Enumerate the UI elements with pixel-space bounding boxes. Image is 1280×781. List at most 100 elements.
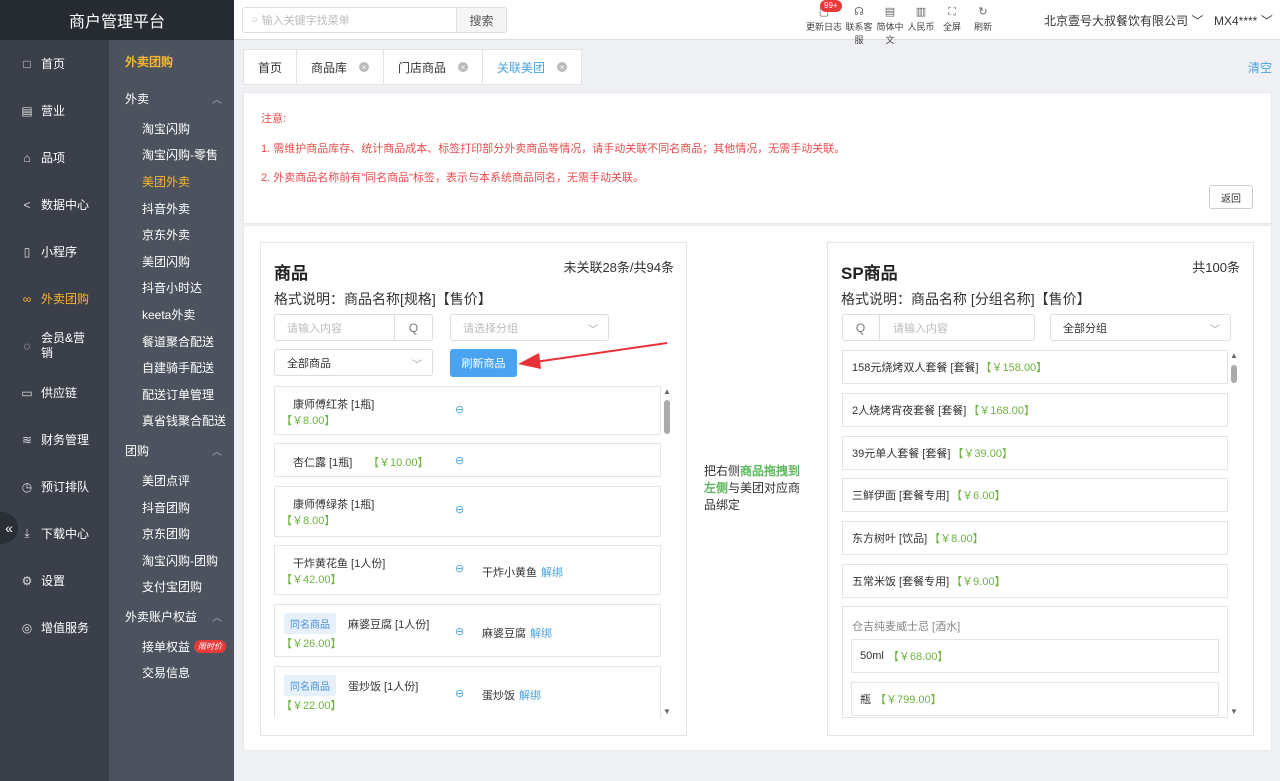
close-icon[interactable]: × <box>557 62 568 72</box>
tool-currency[interactable]: ▥ 人民币 <box>905 4 937 46</box>
sp-product-row[interactable]: 东方树叶 [饮品] 【￥8.00】 <box>842 521 1228 555</box>
group-select[interactable]: 请选择分组 ﹀ <box>450 314 609 341</box>
product-name: 康师傅红茶 [1瓶] <box>293 399 375 411</box>
sp-product-row[interactable]: 三鲜伊面 [套餐专用] 【￥6.00】 <box>842 478 1228 512</box>
subnav-group-waimai[interactable]: 外卖 ︿ <box>109 82 234 115</box>
subnav-item-rights[interactable]: 接单权益 限时价 <box>109 633 234 660</box>
sp-product-row[interactable]: 158元烧烤双人套餐 [套餐] 【￥158.00】 <box>842 350 1228 384</box>
subnav-item[interactable]: 淘宝闪购-零售 <box>109 142 234 169</box>
scroll-up-icon[interactable]: ▲ <box>663 388 671 396</box>
subnav-item[interactable]: 餐道聚合配送 <box>109 328 234 355</box>
sp-spec-row[interactable]: 瓶【￥799.00】 <box>851 682 1219 716</box>
subnav-group-rights[interactable]: 外卖账户权益 ︿ <box>109 600 234 633</box>
close-icon[interactable]: × <box>359 62 370 72</box>
scroll-down-icon[interactable]: ▼ <box>663 708 671 716</box>
unbind-button[interactable]: 解绑 <box>541 567 563 579</box>
tab-label: 首页 <box>258 60 283 75</box>
nav-item-member-marketing[interactable]: ◌ 会员&营销 <box>0 322 109 369</box>
subnav-title[interactable]: 外卖团购 <box>109 40 234 82</box>
subnav-item[interactable]: 支付宝团购 <box>109 574 234 601</box>
product-name: 干炸黄花鱼 [1人份] <box>293 558 386 570</box>
local-product-row[interactable]: 杏仁露 [1瓶] 【￥10.00】 ⊖ <box>274 443 661 477</box>
local-product-row[interactable]: 康师傅红茶 [1瓶] 【￥8.00】 ⊖ <box>274 386 661 435</box>
tool-changelog[interactable]: ▢ 更新日志 99+ <box>804 0 844 46</box>
tab-0[interactable]: 首页 <box>243 49 297 85</box>
link-icon[interactable]: ⊖ <box>455 503 464 516</box>
subnav-item[interactable]: 配送订单管理 <box>109 381 234 408</box>
tab-label: 门店商品 <box>398 60 447 75</box>
tool-fullscreen[interactable]: ⛶ 全屏 <box>936 4 968 46</box>
link-icon[interactable]: ⊖ <box>455 625 464 638</box>
subnav-item[interactable]: 真省钱聚合配送 <box>109 408 234 435</box>
search-icon[interactable]: Q <box>842 315 880 340</box>
search-icon[interactable]: Q <box>394 315 432 340</box>
subnav-item[interactable]: keeta外卖 <box>109 301 234 328</box>
nav-item-business[interactable]: ▤ 营业 <box>0 87 109 134</box>
subnav-item[interactable]: 美团闪购 <box>109 248 234 275</box>
nav-item-settings[interactable]: ⚙ 设置 <box>0 557 109 604</box>
tab-1[interactable]: 商品库 × <box>296 49 384 85</box>
tab-2[interactable]: 门店商品 × <box>383 49 483 85</box>
link-icon[interactable]: ⊖ <box>455 454 464 467</box>
tool-language[interactable]: ▤ 简体中文 <box>874 4 906 46</box>
nav-item-items[interactable]: ⌂ 品项 <box>0 134 109 181</box>
subnav-item[interactable]: 淘宝闪购 <box>109 115 234 142</box>
left-scrollbar[interactable]: ▲ ▼ <box>663 386 671 718</box>
same-name-tag: 同名商品 <box>284 613 336 634</box>
nav-item-value-added[interactable]: ◎ 增值服务 <box>0 604 109 651</box>
subnav-item[interactable]: 美团点评 <box>109 467 234 494</box>
user-menu[interactable]: MX4**** ﹀ <box>1214 12 1273 29</box>
subnav-item[interactable]: 抖音外卖 <box>109 195 234 222</box>
unbind-button[interactable]: 解绑 <box>519 690 541 702</box>
local-product-row[interactable]: 同名商品 蛋炒饭 [1人份] 【￥22.00】 ⊖ 蛋炒饭 解绑 <box>274 666 661 718</box>
nav-item-finance[interactable]: ≋ 财务管理 <box>0 416 109 463</box>
subnav-group-tuangou[interactable]: 团购 ︿ <box>109 434 234 467</box>
sp-group-item[interactable]: 仓吉纯麦威士忌 [酒水] 50ml 【￥68.00】 瓶【￥799.00】 <box>842 606 1228 718</box>
link-icon[interactable]: ⊖ <box>455 403 464 416</box>
nav-item-data-center[interactable]: < 数据中心 <box>0 181 109 228</box>
nav-item-label: 财务管理 <box>41 433 90 447</box>
subnav-item[interactable]: 抖音小时达 <box>109 275 234 302</box>
scroll-up-icon[interactable]: ▲ <box>1230 352 1238 360</box>
local-product-row[interactable]: 干炸黄花鱼 [1人份] 【￥42.00】 ⊖ 干炸小黄鱼 解绑 <box>274 545 661 595</box>
link-icon[interactable]: ⊖ <box>455 562 464 575</box>
business-icon: ▤ <box>21 103 33 118</box>
subnav-item[interactable]: 淘宝闪购-团购 <box>109 547 234 574</box>
subnav-item[interactable]: 自建骑手配送 <box>109 354 234 381</box>
clear-tabs-button[interactable]: 清空 <box>1248 59 1272 76</box>
search-button[interactable]: 搜索 <box>456 8 506 32</box>
company-selector[interactable]: 北京壹号大叔餐饮有限公司 ﹀ <box>1044 12 1203 29</box>
close-icon[interactable]: × <box>458 62 469 72</box>
menu-search-input[interactable]: ○ 输入关键字找菜单 <box>243 8 456 32</box>
subnav-item[interactable]: 京东外卖 <box>109 221 234 248</box>
sp-product-row[interactable]: 39元单人套餐 [套餐] 【￥39.00】 <box>842 436 1228 470</box>
scroll-thumb[interactable] <box>664 400 670 434</box>
sp-group-select[interactable]: 全部分组 ﹀ <box>1050 314 1231 341</box>
unbind-button[interactable]: 解绑 <box>530 628 552 640</box>
refresh-products-button[interactable]: 刷新商品 <box>450 349 517 377</box>
product-filter-select[interactable]: 全部商品 ﹀ <box>274 349 433 376</box>
scroll-thumb[interactable] <box>1231 365 1237 383</box>
tool-refresh[interactable]: ↻ 刷新 <box>967 4 999 46</box>
tool-customer-service[interactable]: ☊ 联系客服 <box>843 4 875 46</box>
subnav-item[interactable]: 京东团购 <box>109 520 234 547</box>
sp-product-row[interactable]: 五常米饭 [套餐专用] 【￥9.00】 <box>842 564 1228 598</box>
right-scrollbar[interactable]: ▲ ▼ <box>1230 350 1238 718</box>
tab-3[interactable]: 关联美团 × <box>482 49 583 85</box>
back-button[interactable]: 返回 <box>1209 185 1253 209</box>
sp-spec-row[interactable]: 50ml 【￥68.00】 <box>851 639 1219 673</box>
nav-item-takeout-groupbuy[interactable]: ∞ 外卖团购 <box>0 275 109 322</box>
nav-item-supply-chain[interactable]: ▭ 供应链 <box>0 369 109 416</box>
local-product-row[interactable]: 康师傅绿茶 [1瓶] 【￥8.00】 ⊖ <box>274 486 661 537</box>
subnav-item[interactable]: 抖音团购 <box>109 494 234 521</box>
local-product-row[interactable]: 同名商品 麻婆豆腐 [1人份] 【￥26.00】 ⊖ 麻婆豆腐 解绑 <box>274 604 661 657</box>
nav-item-mini-program[interactable]: ▯ 小程序 <box>0 228 109 275</box>
link-icon[interactable]: ⊖ <box>455 687 464 700</box>
settings-icon: ⚙ <box>21 573 33 588</box>
nav-item-home[interactable]: □ 首页 <box>0 40 109 87</box>
subnav-item-trade-info[interactable]: 交易信息 <box>109 660 234 687</box>
sp-product-row[interactable]: 2人烧烤宵夜套餐 [套餐] 【￥168.00】 <box>842 393 1228 427</box>
nav-item-reservation-queue[interactable]: ◷ 预订排队 <box>0 463 109 510</box>
scroll-down-icon[interactable]: ▼ <box>1230 708 1238 716</box>
subnav-item[interactable]: 美团外卖 <box>109 168 234 195</box>
